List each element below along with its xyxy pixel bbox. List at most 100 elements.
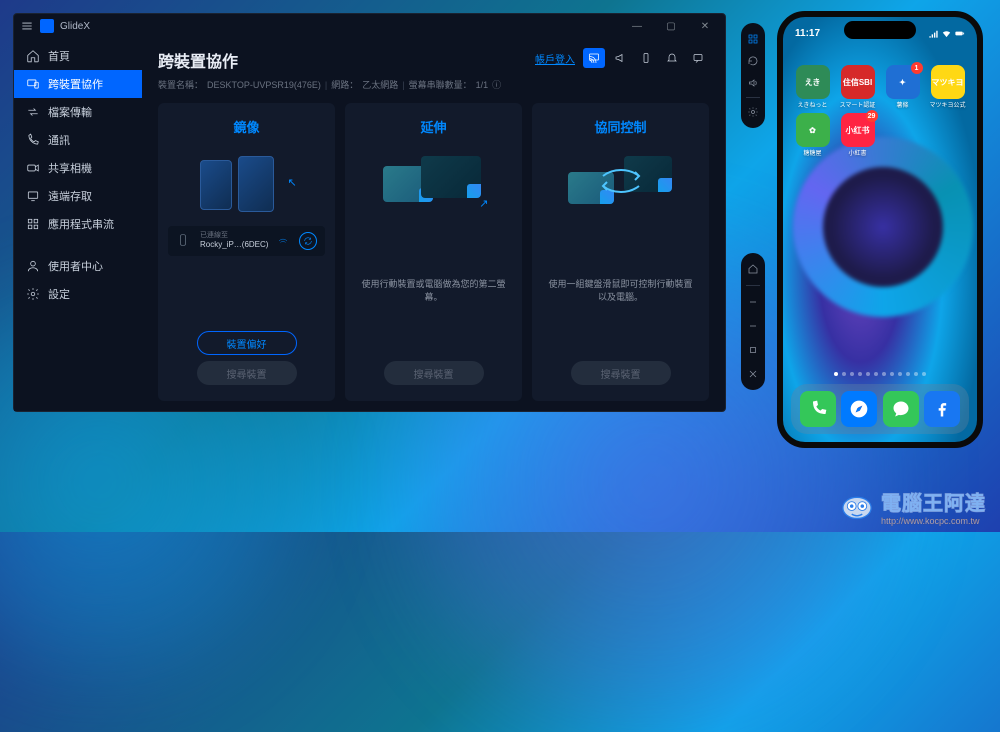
phone-frame: 11:17 えき えきねっと 住信SBI スマート認証 ✦1 薯條 マツキヨ マ… xyxy=(777,11,983,448)
device-info-row: 裝置名稱：DESKTOP-UVPSR19(476E) | 網路：乙太網路 | 螢… xyxy=(158,78,709,91)
device-preference-button[interactable]: 裝置偏好 xyxy=(197,331,297,355)
sidebar-item-settings[interactable]: 設定 xyxy=(14,280,142,308)
dock-app-messages[interactable] xyxy=(883,391,919,427)
swap-arrow-icon xyxy=(601,166,641,196)
sidebar: 首頁 跨裝置協作 檔案傳輸 通訊 共享相機 遠端存取 xyxy=(14,38,142,411)
dash2-icon[interactable] xyxy=(743,316,763,336)
page-dots xyxy=(834,372,926,376)
minimize-button[interactable]: — xyxy=(623,16,651,36)
dock-app-facebook[interactable] xyxy=(924,391,960,427)
remote-icon xyxy=(26,189,40,203)
wifi-status-icon xyxy=(941,28,952,39)
sidebar-item-filetransfer[interactable]: 檔案傳輸 xyxy=(14,98,142,126)
battery-icon xyxy=(954,28,965,39)
mirror-illustration: ↖ xyxy=(192,146,302,216)
card-desc: 使用行動裝置或電腦做為您的第二螢幕。 xyxy=(355,226,512,355)
chip-device-name: Rocky_iP…(6DEC) xyxy=(200,240,271,250)
sidebar-item-appstream[interactable]: 應用程式串流 xyxy=(14,210,142,238)
grid-icon xyxy=(26,217,40,231)
phone-app[interactable]: 小红书29 小紅書 xyxy=(838,113,877,157)
phone-app[interactable]: 住信SBI スマート認証 xyxy=(838,65,877,109)
dock-app-safari[interactable] xyxy=(841,391,877,427)
announce-icon[interactable] xyxy=(609,48,631,68)
phone-app[interactable]: ✿ 糖糖屋 xyxy=(793,113,832,157)
sidebar-item-remote[interactable]: 遠端存取 xyxy=(14,182,142,210)
sidebar-item-communication[interactable]: 通訊 xyxy=(14,126,142,154)
camera-icon xyxy=(26,161,40,175)
bell-icon[interactable] xyxy=(661,48,683,68)
dock-app-phone[interactable] xyxy=(800,391,836,427)
connected-device-chip[interactable]: 已連線至 Rocky_iP…(6DEC) xyxy=(168,226,325,256)
status-time: 11:17 xyxy=(795,28,820,39)
card-title: 鏡像 xyxy=(233,117,259,136)
sidebar-item-label: 檔案傳輸 xyxy=(48,104,92,120)
titlebar: GlideX — ▢ ✕ xyxy=(14,14,725,38)
signal-icon xyxy=(928,28,939,39)
watermark-title: 電腦王阿達 xyxy=(881,487,986,516)
maximize-button[interactable]: ▢ xyxy=(657,16,685,36)
sidebar-item-crossdevice[interactable]: 跨裝置協作 xyxy=(14,70,142,98)
sidebar-item-label: 設定 xyxy=(48,286,70,302)
card-extend: 延伸 ↗ 使用行動裝置或電腦做為您的第二螢幕。 搜尋裝置 xyxy=(345,103,522,401)
dash-icon[interactable] xyxy=(743,292,763,312)
wifi-icon xyxy=(277,235,289,247)
cast-icon[interactable] xyxy=(583,48,605,68)
sidebar-item-camera[interactable]: 共享相機 xyxy=(14,154,142,182)
glidex-window: GlideX — ▢ ✕ 首頁 跨裝置協作 檔案傳輸 通訊 xyxy=(13,13,726,412)
volume-icon[interactable] xyxy=(743,73,763,93)
rotate-icon[interactable] xyxy=(743,51,763,71)
card-desc xyxy=(243,264,251,325)
notch xyxy=(844,21,916,39)
square-nav-icon[interactable] xyxy=(743,340,763,360)
home-icon xyxy=(26,49,40,63)
close-nav-icon[interactable] xyxy=(743,364,763,384)
floating-toolbar-top xyxy=(741,23,765,128)
settings-icon[interactable] xyxy=(743,102,763,122)
watermark-url: http://www.kocpc.com.tw xyxy=(881,516,986,526)
sidebar-item-label: 跨裝置協作 xyxy=(48,76,103,92)
chip-label: 已連線至 xyxy=(200,232,271,240)
sidebar-item-label: 使用者中心 xyxy=(48,258,103,274)
device-icon xyxy=(176,233,194,249)
info-icon[interactable]: ⓘ xyxy=(492,78,501,91)
sidebar-item-home[interactable]: 首頁 xyxy=(14,42,142,70)
sidebar-item-label: 首頁 xyxy=(48,48,70,64)
phone-icon xyxy=(26,133,40,147)
user-icon xyxy=(26,259,40,273)
card-unify: 協同控制 使用一組鍵盤滑鼠即可控制行動裝置以及電腦。 搜尋裝置 xyxy=(532,103,709,401)
unify-illustration xyxy=(566,146,676,216)
sidebar-item-label: 共享相機 xyxy=(48,160,92,176)
phone-app[interactable]: えき えきねっと xyxy=(793,65,832,109)
card-mirror: 鏡像 ↖ 已連線至 Rocky_iP…(6DEC) xyxy=(158,103,335,401)
close-button[interactable]: ✕ xyxy=(691,16,719,36)
transfer-icon xyxy=(26,105,40,119)
card-desc: 使用一組鍵盤滑鼠即可控制行動裝置以及電腦。 xyxy=(542,226,699,355)
phone-app[interactable]: マツキヨ マツキヨ公式 xyxy=(928,65,967,109)
sidebar-item-usercenter[interactable]: 使用者中心 xyxy=(14,252,142,280)
sidebar-item-label: 應用程式串流 xyxy=(48,216,114,232)
phone-dock xyxy=(791,384,969,434)
window-title: GlideX xyxy=(60,21,90,32)
main-content: 跨裝置協作 帳戶登入 裝置名稱：DESKTOP-UVPSR19(476E) | … xyxy=(142,38,725,411)
sidebar-item-label: 通訊 xyxy=(48,132,70,148)
search-device-button[interactable]: 搜尋裝置 xyxy=(197,361,297,385)
sidebar-item-label: 遠端存取 xyxy=(48,188,92,204)
layout-icon[interactable] xyxy=(743,29,763,49)
extend-illustration: ↗ xyxy=(379,146,489,216)
feedback-icon[interactable] xyxy=(687,48,709,68)
devices-icon xyxy=(26,77,40,91)
phone-app-grid: えき えきねっと 住信SBI スマート認証 ✦1 薯條 マツキヨ マツキヨ公式 … xyxy=(793,65,967,157)
search-device-button[interactable]: 搜尋裝置 xyxy=(571,361,671,385)
card-title: 延伸 xyxy=(420,117,446,136)
mobile-icon[interactable] xyxy=(635,48,657,68)
page-title: 跨裝置協作 xyxy=(158,48,238,72)
card-title: 協同控制 xyxy=(594,117,646,136)
watermark-mascot-icon xyxy=(839,492,875,522)
account-login-link[interactable]: 帳戶登入 xyxy=(535,51,575,66)
home-nav-icon[interactable] xyxy=(743,259,763,279)
hamburger-icon[interactable] xyxy=(20,19,34,33)
sync-icon[interactable] xyxy=(299,232,317,250)
phone-app[interactable]: ✦1 薯條 xyxy=(883,65,922,109)
gear-icon xyxy=(26,287,40,301)
search-device-button[interactable]: 搜尋裝置 xyxy=(384,361,484,385)
